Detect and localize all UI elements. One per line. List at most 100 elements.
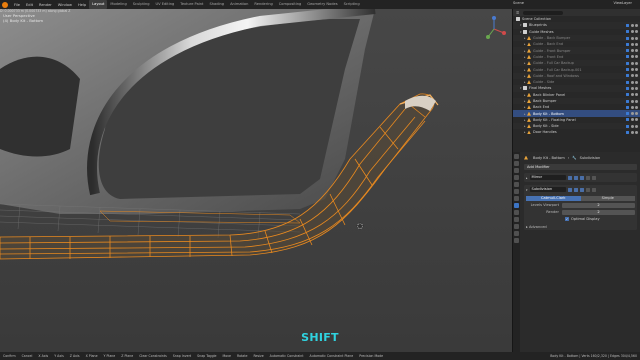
menu-edit[interactable]: Edit	[23, 3, 36, 7]
include-checkbox[interactable]	[626, 74, 629, 78]
workspace-tab-sculpting[interactable]: Sculpting	[130, 0, 153, 9]
render-levels-input[interactable]: 2	[562, 209, 635, 215]
close-icon[interactable]	[591, 187, 596, 192]
include-checkbox[interactable]	[626, 112, 629, 116]
modifier-name-field[interactable]: Mirror	[529, 175, 566, 180]
menu-help[interactable]: Help	[75, 3, 89, 7]
eye-icon[interactable]	[630, 112, 634, 116]
include-checkbox[interactable]	[626, 61, 629, 65]
edit-mode-toggle-icon[interactable]	[567, 175, 572, 180]
expand-arrow-icon[interactable]: ▸	[524, 118, 527, 122]
expand-arrow-icon[interactable]: ▸	[524, 93, 527, 97]
workspace-tab-geometry-nodes[interactable]: Geometry Nodes	[304, 0, 340, 9]
expand-arrow-icon[interactable]: ▸	[524, 36, 527, 40]
output-tab-icon[interactable]	[514, 168, 519, 173]
material-tab-icon[interactable]	[514, 238, 519, 243]
eye-icon[interactable]	[630, 105, 634, 109]
camera-icon[interactable]	[635, 93, 638, 97]
modifier-name-field[interactable]: Subdivision	[529, 187, 566, 192]
camera-icon[interactable]	[635, 61, 638, 65]
include-checkbox[interactable]	[626, 36, 629, 40]
outliner-search-input[interactable]	[523, 10, 564, 15]
catmull-clark-button[interactable]: Catmull-Clark	[526, 195, 581, 201]
particles-tab-icon[interactable]	[514, 210, 519, 215]
render-tab-icon[interactable]	[514, 161, 519, 166]
workspace-tab-texture-paint[interactable]: Texture Paint	[177, 0, 206, 9]
eye-icon[interactable]	[630, 42, 634, 46]
camera-icon[interactable]	[635, 124, 638, 128]
blender-logo-icon[interactable]	[2, 1, 8, 8]
expand-arrow-icon[interactable]: ▸	[524, 99, 527, 103]
eye-icon[interactable]	[630, 124, 634, 128]
expand-arrow-icon[interactable]: ▸	[524, 61, 527, 65]
expand-arrow-icon[interactable]: ▸	[524, 55, 527, 59]
include-checkbox[interactable]	[626, 80, 629, 84]
levels-viewport-input[interactable]: 2	[562, 202, 635, 208]
camera-icon[interactable]	[635, 80, 638, 84]
menu-file[interactable]: File	[11, 3, 23, 7]
eye-icon[interactable]	[630, 23, 634, 27]
eye-icon[interactable]	[630, 93, 634, 97]
camera-icon[interactable]	[635, 55, 638, 59]
include-checkbox[interactable]	[626, 42, 629, 46]
camera-icon[interactable]	[635, 112, 638, 116]
chevron-down-icon[interactable]: ▾	[526, 188, 528, 192]
expand-arrow-icon[interactable]: ▸	[524, 49, 527, 53]
eye-icon[interactable]	[630, 99, 634, 103]
include-checkbox[interactable]	[626, 105, 629, 109]
expand-arrow-icon[interactable]: ▸	[524, 112, 527, 116]
workspace-tab-animation[interactable]: Animation	[227, 0, 251, 9]
navigation-gizmo-icon[interactable]	[480, 15, 508, 43]
eye-icon[interactable]	[630, 36, 634, 40]
workspace-tab-layout[interactable]: Layout	[89, 0, 108, 9]
close-icon[interactable]	[591, 175, 596, 180]
expand-arrow-icon[interactable]: ▸	[524, 74, 527, 78]
include-checkbox[interactable]	[626, 49, 629, 53]
camera-icon[interactable]	[635, 30, 638, 34]
chevron-right-icon[interactable]: ▸	[526, 176, 528, 180]
camera-icon[interactable]	[635, 130, 638, 134]
outliner-menu-icon[interactable]: ☰	[516, 11, 519, 15]
scene-selector[interactable]: Scene	[513, 1, 524, 5]
camera-icon[interactable]	[635, 42, 638, 46]
camera-icon[interactable]	[635, 74, 638, 78]
workspace-tab-scripting[interactable]: Scripting	[341, 0, 363, 9]
simple-button[interactable]: Simple	[580, 195, 635, 201]
viewport-toggle-icon[interactable]	[573, 187, 578, 192]
eye-icon[interactable]	[630, 30, 634, 34]
view-layer-selector[interactable]: ViewLayer	[613, 1, 632, 5]
camera-icon[interactable]	[635, 49, 638, 53]
tool-tab-icon[interactable]	[514, 154, 519, 159]
optimal-display-checkbox[interactable]: ✓ Optimal Display	[526, 217, 635, 222]
expand-arrow-icon[interactable]: ▸	[524, 124, 527, 128]
view-layer-tab-icon[interactable]	[514, 175, 519, 180]
camera-icon[interactable]	[635, 105, 638, 109]
include-checkbox[interactable]	[626, 23, 629, 27]
camera-icon[interactable]	[635, 118, 638, 122]
menu-render[interactable]: Render	[36, 3, 55, 7]
workspace-tab-compositing[interactable]: Compositing	[276, 0, 305, 9]
object-tab-icon[interactable]	[514, 196, 519, 201]
eye-icon[interactable]	[630, 80, 634, 84]
include-checkbox[interactable]	[626, 30, 629, 34]
workspace-tab-modeling[interactable]: Modeling	[107, 0, 129, 9]
camera-icon[interactable]	[635, 36, 638, 40]
modifier-tab-icon[interactable]	[514, 203, 519, 208]
expand-arrow-icon[interactable]: ▸	[524, 130, 527, 134]
workspace-tab-shading[interactable]: Shading	[206, 0, 227, 9]
camera-icon[interactable]	[635, 68, 638, 72]
dropdown-icon[interactable]	[585, 187, 590, 192]
expand-arrow-icon[interactable]: ▸	[524, 42, 527, 46]
expand-arrow-icon[interactable]: ▸	[524, 80, 527, 84]
camera-icon[interactable]	[635, 86, 638, 90]
add-modifier-button[interactable]: Add Modifier	[524, 164, 637, 170]
eye-icon[interactable]	[630, 61, 634, 65]
world-tab-icon[interactable]	[514, 189, 519, 194]
expand-arrow-icon[interactable]: ▸	[524, 105, 527, 109]
include-checkbox[interactable]	[626, 86, 629, 90]
scene-tab-icon[interactable]	[514, 182, 519, 187]
include-checkbox[interactable]	[626, 124, 629, 128]
constraints-tab-icon[interactable]	[514, 224, 519, 229]
camera-icon[interactable]	[635, 23, 638, 27]
workspace-tab-rendering[interactable]: Rendering	[251, 0, 275, 9]
